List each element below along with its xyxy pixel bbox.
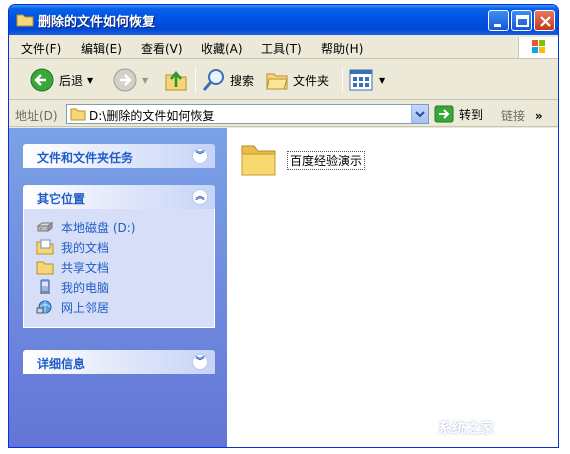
place-label: 网上邻居 bbox=[61, 300, 110, 315]
chevron-up-icon[interactable]: ︽ bbox=[192, 189, 208, 205]
panel-title: 文件和文件夹任务 bbox=[37, 151, 134, 165]
views-icon bbox=[349, 69, 373, 91]
place-my-documents[interactable]: 我的文档 bbox=[36, 237, 214, 257]
watermark: 系统之家 bbox=[438, 421, 494, 437]
place-my-computer[interactable]: 我的电脑 bbox=[36, 277, 214, 297]
my-computer-icon bbox=[40, 279, 50, 294]
windows-logo bbox=[518, 37, 558, 58]
chevron-down-icon[interactable]: ︾ bbox=[192, 148, 208, 164]
menu-edit[interactable]: 编辑(E) bbox=[81, 40, 122, 57]
file-list[interactable]: 百度经验演示 bbox=[227, 128, 558, 447]
folders-label: 文件夹 bbox=[293, 73, 330, 88]
search-button[interactable]: 搜索 bbox=[202, 66, 254, 94]
go-button[interactable]: 转到 bbox=[434, 105, 483, 123]
panel-title: 详细信息 bbox=[37, 357, 86, 371]
place-label: 我的电脑 bbox=[61, 280, 110, 295]
chevron-down-icon bbox=[415, 111, 425, 118]
title-bar[interactable]: 删除的文件如何恢复 bbox=[9, 5, 558, 35]
panel-body: 本地磁盘 (D:) 我的文档 共享文档 我的电脑 网上邻居 bbox=[23, 209, 215, 328]
minimize-icon bbox=[494, 24, 501, 27]
place-label: 本地磁盘 (D:) bbox=[61, 220, 136, 235]
close-button[interactable] bbox=[534, 10, 555, 31]
folder-name: 百度经验演示 bbox=[287, 151, 366, 170]
menu-favorites[interactable]: 收藏(A) bbox=[201, 40, 243, 57]
drive-icon bbox=[36, 222, 54, 232]
forward-dropdown-icon[interactable]: ▼ bbox=[142, 76, 148, 85]
place-shared-documents[interactable]: 共享文档 bbox=[36, 257, 214, 277]
network-places-icon bbox=[36, 300, 52, 314]
address-dropdown-button[interactable] bbox=[411, 105, 428, 123]
folder-icon bbox=[70, 108, 86, 121]
toolbar-separator bbox=[195, 68, 196, 92]
search-icon bbox=[202, 69, 224, 91]
toolbar-separator bbox=[342, 68, 343, 92]
menu-bar: 文件(F) 编辑(E) 查看(V) 收藏(A) 工具(T) 帮助(H) bbox=[9, 35, 558, 59]
place-network[interactable]: 网上邻居 bbox=[36, 297, 214, 317]
chevron-down-icon[interactable]: ︾ bbox=[192, 354, 208, 370]
folders-button[interactable]: 文件夹 bbox=[265, 66, 329, 94]
panel-header[interactable]: 详细信息 ︾ bbox=[23, 350, 215, 374]
forward-arrow-icon bbox=[113, 68, 137, 92]
panel-other-places: 其它位置 ︽ 本地磁盘 (D:) 我的文档 共享文档 我的电脑 网上邻居 bbox=[23, 185, 215, 328]
explorer-window: 删除的文件如何恢复 文件(F) 编辑(E) 查看(V) 收藏(A) 工具(T) … bbox=[8, 4, 559, 448]
panel-title: 其它位置 bbox=[37, 192, 86, 206]
menu-file[interactable]: 文件(F) bbox=[21, 40, 61, 57]
up-folder-icon bbox=[165, 70, 187, 91]
place-label: 我的文档 bbox=[61, 240, 110, 255]
go-label: 转到 bbox=[459, 107, 484, 122]
window-title: 删除的文件如何恢复 bbox=[38, 15, 156, 30]
folder-item[interactable]: 百度经验演示 bbox=[239, 140, 366, 178]
up-folder-button[interactable] bbox=[164, 66, 188, 94]
forward-button[interactable]: ▼ bbox=[112, 66, 148, 94]
back-label: 后退 bbox=[59, 73, 84, 88]
shared-folder-icon bbox=[36, 261, 54, 275]
task-pane: 文件和文件夹任务 ︾ 其它位置 ︽ 本地磁盘 (D:) 我的文档 共享文档 我的… bbox=[9, 128, 227, 447]
menu-help[interactable]: 帮助(H) bbox=[321, 40, 363, 57]
links-button[interactable]: 链接 » bbox=[501, 107, 543, 124]
back-dropdown-icon[interactable]: ▼ bbox=[87, 76, 93, 85]
folder-icon bbox=[16, 14, 34, 27]
chevron-right-icon: » bbox=[534, 109, 543, 123]
back-arrow-icon bbox=[30, 68, 54, 92]
folder-icon bbox=[241, 145, 276, 176]
panel-file-tasks: 文件和文件夹任务 ︾ bbox=[23, 144, 215, 168]
links-label: 链接 bbox=[501, 109, 526, 123]
address-value: D:\删除的文件如何恢复 bbox=[89, 109, 215, 123]
panel-details: 详细信息 ︾ bbox=[23, 350, 215, 374]
search-label: 搜索 bbox=[230, 73, 255, 88]
maximize-button[interactable] bbox=[511, 10, 532, 31]
place-label: 共享文档 bbox=[61, 260, 110, 275]
maximize-icon bbox=[516, 15, 529, 27]
menu-view[interactable]: 查看(V) bbox=[141, 40, 183, 57]
panel-header[interactable]: 文件和文件夹任务 ︾ bbox=[23, 144, 215, 168]
back-button[interactable]: 后退 ▼ bbox=[29, 66, 93, 94]
place-local-disk[interactable]: 本地磁盘 (D:) bbox=[36, 217, 214, 237]
address-bar: 地址(D) D:\删除的文件如何恢复 转到 链接 » bbox=[9, 101, 558, 127]
toolbar: 后退 ▼ ▼ 搜索 文件夹 ▼ bbox=[9, 60, 558, 100]
go-arrow-icon bbox=[434, 105, 454, 123]
menu-tools[interactable]: 工具(T) bbox=[261, 40, 302, 57]
minimize-button[interactable] bbox=[488, 10, 509, 31]
address-label: 地址(D) bbox=[15, 109, 58, 123]
close-icon bbox=[540, 16, 551, 27]
views-button[interactable]: ▼ bbox=[349, 66, 385, 94]
my-documents-icon bbox=[36, 239, 54, 255]
folders-icon bbox=[266, 73, 288, 90]
panel-header[interactable]: 其它位置 ︽ bbox=[23, 185, 215, 209]
windows-flag-icon bbox=[532, 40, 545, 53]
views-dropdown-icon[interactable]: ▼ bbox=[379, 76, 385, 85]
address-input[interactable]: D:\删除的文件如何恢复 bbox=[66, 104, 429, 124]
